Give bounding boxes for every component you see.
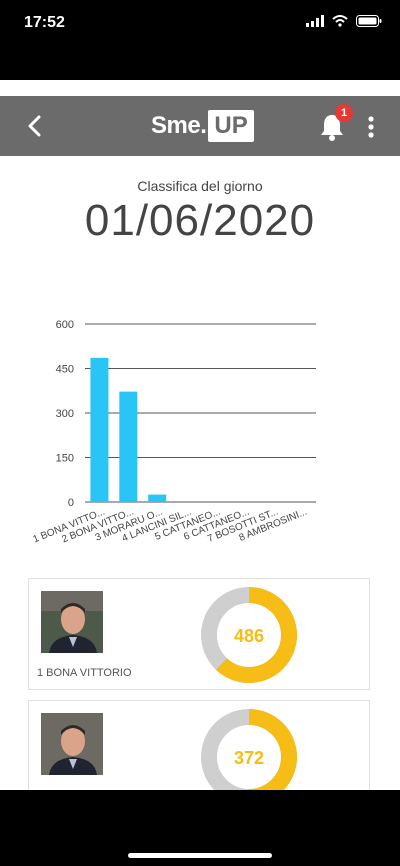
score-value: 486 — [234, 626, 264, 646]
ranking-card[interactable]: 372 — [28, 700, 370, 790]
avatar — [41, 713, 103, 775]
app-screen: Sme. UP 1 Classifica del giorno 01/06/20… — [0, 80, 400, 790]
y-tick-label: 0 — [68, 497, 74, 509]
ranking-date: 01/06/2020 — [84, 196, 316, 245]
logo-text: Sme. — [151, 112, 207, 139]
score-value: 372 — [234, 748, 264, 768]
y-tick-label: 150 — [56, 453, 74, 465]
ranking-subtitle: Classifica del giorno — [137, 178, 263, 194]
score-donut: 486 — [201, 587, 297, 683]
home-indicator[interactable] — [128, 853, 272, 858]
back-button[interactable] — [22, 113, 48, 139]
ranking-bar-chart: 01503004506001 BONA VITTO...2 BONA VITTO… — [31, 319, 316, 545]
chart-bar[interactable] — [148, 494, 167, 502]
ranking-card[interactable]: 1 BONA VITTORIO 486 — [28, 578, 370, 690]
app-header: Sme. UP 1 — [0, 96, 400, 156]
employee-name: 1 BONA VITTORIO — [37, 667, 132, 679]
signal-icon — [306, 15, 324, 27]
top-strip — [0, 80, 400, 96]
status-time: 17:52 — [24, 14, 65, 31]
chart-bar[interactable] — [90, 357, 109, 502]
y-tick-label: 600 — [56, 319, 74, 331]
avatar — [41, 591, 103, 653]
logo-badge: UP — [208, 110, 254, 142]
battery-icon — [356, 15, 382, 27]
chart-bar[interactable] — [119, 391, 138, 502]
y-tick-label: 300 — [56, 408, 74, 420]
notifications-button[interactable]: 1 — [318, 104, 353, 142]
wifi-icon — [332, 15, 348, 27]
score-donut: 372 — [201, 709, 297, 790]
more-options-icon[interactable] — [364, 114, 378, 140]
y-tick-label: 450 — [56, 364, 74, 376]
notification-badge: 1 — [335, 104, 353, 122]
status-bar: 17:52 — [0, 0, 400, 46]
app-logo: Sme. UP — [151, 108, 254, 144]
